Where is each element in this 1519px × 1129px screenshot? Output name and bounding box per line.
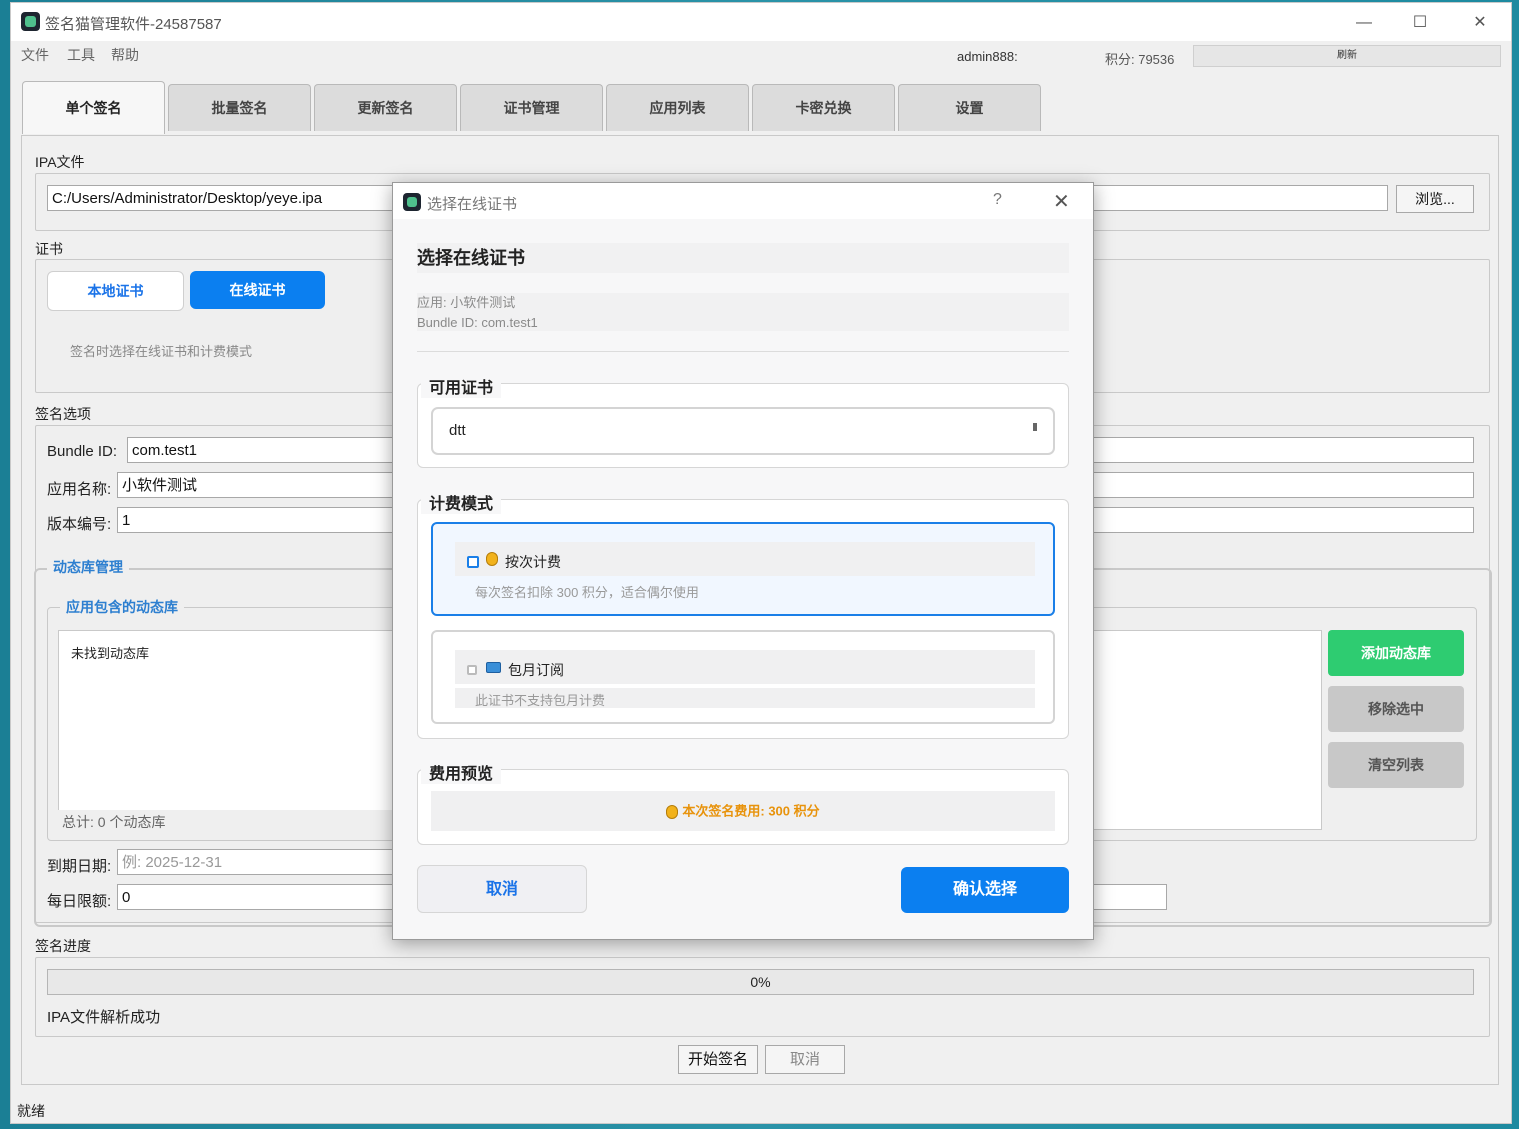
dialog-close-button[interactable]: ✕ (1053, 189, 1070, 214)
points-label: 积分: 79536 (1105, 52, 1175, 67)
browse-button[interactable]: 浏览... (1396, 185, 1474, 213)
cert-label: 证书 (35, 241, 63, 257)
billing-option-monthly[interactable]: 包月订阅 此证书不支持包月计费 (431, 630, 1055, 724)
money-bag-icon (486, 552, 498, 566)
refresh-button[interactable]: 刷新 (1193, 45, 1501, 67)
tab-app-list[interactable]: 应用列表 (606, 84, 749, 131)
fee-preview-title: 费用预览 (421, 760, 502, 784)
tab-single-sign[interactable]: 单个签名 (22, 81, 165, 134)
menu-tools[interactable]: 工具 (67, 45, 95, 65)
minimize-button[interactable]: — (1341, 9, 1387, 37)
dialog-title: 选择在线证书 (427, 196, 518, 213)
fee-preview-bar: 本次签名费用: 300 积分 (431, 791, 1055, 831)
status-bar: 就绪 (17, 1103, 45, 1119)
opt2-label: 包月订阅 (508, 662, 564, 678)
dialog-app-line: 应用: 小软件测试 (417, 295, 516, 310)
fee-money-bag-icon (666, 804, 679, 819)
dialog-confirm-button[interactable]: 确认选择 (901, 867, 1069, 913)
ipa-label: IPA文件 (35, 154, 85, 170)
available-cert-title: 可用证书 (421, 374, 502, 398)
card-icon (486, 662, 501, 673)
help-icon[interactable]: ? (993, 191, 1002, 209)
progress-status: IPA文件解析成功 (47, 1009, 161, 1026)
dialog-app-info: 应用: 小软件测试 Bundle ID: com.test1 (417, 293, 1069, 331)
window-title: 签名猫管理软件-24587587 (45, 16, 222, 33)
radio-monthly[interactable] (467, 665, 477, 675)
dialog-heading: 选择在线证书 (417, 243, 1069, 273)
dialog-app-icon (403, 193, 421, 211)
daily-limit-label: 每日限额: (47, 893, 112, 910)
dialog-cancel-button[interactable]: 取消 (417, 865, 587, 913)
version-label: 版本编号: (47, 516, 112, 533)
progress-label: 签名进度 (35, 938, 91, 954)
progress-bar: 0% (47, 969, 1474, 995)
tab-settings[interactable]: 设置 (898, 84, 1041, 131)
progress-text: 0% (750, 974, 771, 990)
opt1-label: 按次计费 (505, 554, 561, 570)
cert-select[interactable]: dtt (431, 407, 1055, 455)
dylib-sub-title: 应用包含的动态库 (60, 597, 184, 617)
dialog-divider (417, 351, 1069, 352)
dialog-bundle-line: Bundle ID: com.test1 (417, 315, 538, 330)
clear-list-button[interactable]: 清空列表 (1328, 742, 1464, 788)
opt2-desc: 此证书不支持包月计费 (475, 693, 606, 708)
tab-cert-manage[interactable]: 证书管理 (460, 84, 603, 131)
menu-file[interactable]: 文件 (21, 45, 49, 65)
username-label: admin888: (957, 49, 1018, 64)
fee-preview-text: 本次签名费用: 300 积分 (682, 803, 820, 819)
select-online-cert-dialog: 选择在线证书 ? ✕ 选择在线证书 应用: 小软件测试 Bundle ID: c… (392, 182, 1094, 940)
app-logo-icon (21, 12, 40, 31)
close-button[interactable]: ✕ (1457, 9, 1503, 37)
bundle-id-label: Bundle ID: (47, 443, 118, 460)
combo-arrow-icon (1033, 423, 1037, 431)
menu-help[interactable]: 帮助 (111, 45, 139, 65)
add-dylib-button[interactable]: 添加动态库 (1328, 630, 1464, 676)
tab-update-sign[interactable]: 更新签名 (314, 84, 457, 131)
dylib-title: 动态库管理 (47, 557, 129, 577)
dylib-empty-item: 未找到动态库 (71, 646, 150, 661)
maximize-button[interactable]: ☐ (1397, 9, 1443, 37)
cert-hint: 签名时选择在线证书和计费模式 (70, 344, 253, 359)
cancel-sign-button[interactable]: 取消 (765, 1045, 845, 1074)
billing-option-per-use[interactable]: 按次计费 每次签名扣除 300 积分，适合偶尔使用 (431, 522, 1055, 616)
tab-batch-sign[interactable]: 批量签名 (168, 84, 311, 131)
remove-selected-button[interactable]: 移除选中 (1328, 686, 1464, 732)
online-cert-button[interactable]: 在线证书 (190, 271, 325, 309)
dialog-title-bar: 选择在线证书 ? ✕ (393, 183, 1093, 219)
local-cert-button[interactable]: 本地证书 (47, 271, 184, 311)
expire-input[interactable]: 例: 2025-12-31 (117, 849, 417, 875)
tab-card-redeem[interactable]: 卡密兑换 (752, 84, 895, 131)
expire-label: 到期日期: (47, 858, 112, 875)
app-name-label: 应用名称: (47, 481, 112, 498)
billing-title: 计费模式 (421, 490, 502, 514)
dylib-total: 总计: 0 个动态库 (62, 814, 166, 830)
start-sign-button[interactable]: 开始签名 (678, 1045, 758, 1074)
options-label: 签名选项 (35, 406, 91, 422)
title-bar: 签名猫管理软件-24587587 — ☐ ✕ (11, 3, 1511, 41)
opt1-desc: 每次签名扣除 300 积分，适合偶尔使用 (475, 585, 699, 600)
radio-per-use[interactable] (467, 556, 479, 568)
